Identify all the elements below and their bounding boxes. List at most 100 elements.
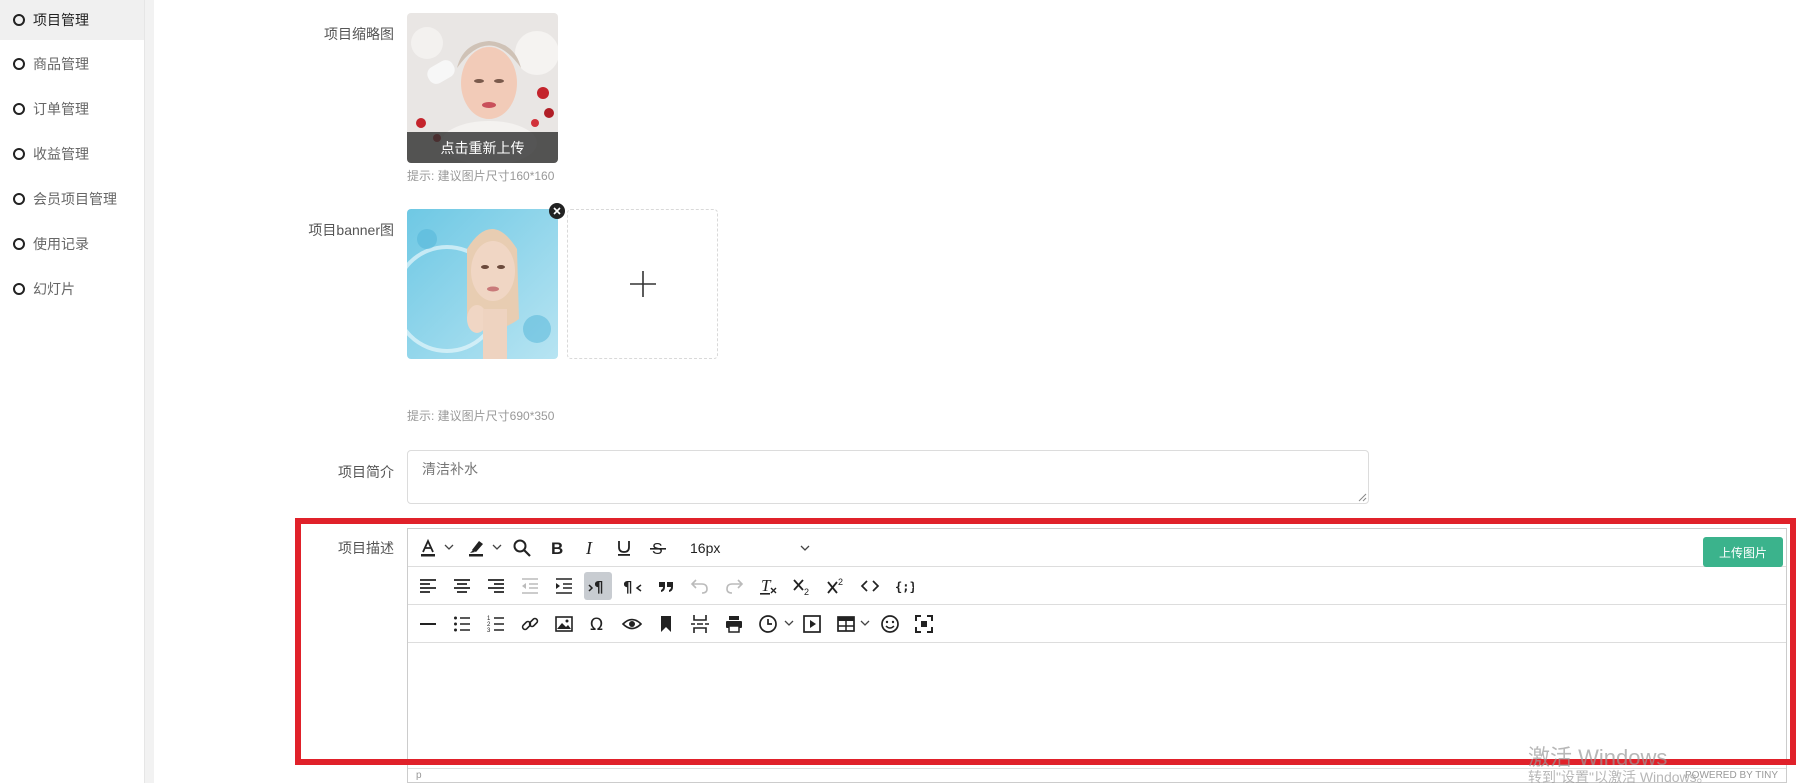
underline-button[interactable] <box>610 534 638 562</box>
upload-image-button[interactable]: 上传图片 <box>1703 537 1783 567</box>
anchor-button[interactable] <box>652 610 680 638</box>
fullscreen-button[interactable] <box>910 610 938 638</box>
superscript-button[interactable]: 2 <box>822 572 850 600</box>
eye-icon <box>622 618 642 630</box>
svg-text:B: B <box>551 539 563 558</box>
print-button[interactable] <box>720 610 748 638</box>
source-code-button[interactable] <box>856 572 884 600</box>
fullscreen-icon <box>915 615 933 633</box>
svg-text:¶: ¶ <box>594 578 604 596</box>
element-path[interactable]: p <box>416 770 422 781</box>
circle-icon <box>13 103 25 115</box>
preview-button[interactable] <box>618 610 646 638</box>
indent-button[interactable] <box>550 572 578 600</box>
highlight-color-button[interactable] <box>462 534 490 562</box>
insert-link-button[interactable] <box>516 610 544 638</box>
banner-photo <box>407 209 558 359</box>
special-character-button[interactable]: Ω <box>584 610 612 638</box>
bold-icon: B <box>551 539 563 558</box>
chevron-down-icon[interactable] <box>860 618 870 628</box>
chevron-down-icon[interactable] <box>492 542 502 552</box>
numbered-list-icon: 1 2 3 <box>487 616 504 634</box>
sidebar-item-slideshow[interactable]: 幻灯片 <box>0 269 144 309</box>
thumbnail-image[interactable]: 点击重新上传 <box>407 13 558 163</box>
main-content: 项目缩略图 点击重新上传 提示: 建议图片尺寸160*160 项目banner图… <box>154 0 1796 783</box>
strikethrough-button[interactable]: S <box>644 534 672 562</box>
align-right-button[interactable] <box>482 572 510 600</box>
sidebar-item-usage-records[interactable]: 使用记录 <box>0 224 144 264</box>
circle-icon <box>13 238 25 250</box>
outdent-button[interactable] <box>516 572 544 600</box>
summary-textarea[interactable]: 清洁补水 <box>407 450 1369 504</box>
reupload-overlay[interactable]: 点击重新上传 <box>407 132 558 163</box>
sidebar-item-product-management[interactable]: 商品管理 <box>0 44 144 84</box>
code-icon <box>860 580 880 592</box>
search-replace-button[interactable] <box>508 534 536 562</box>
insert-image-button[interactable] <box>550 610 578 638</box>
insert-datetime-button[interactable] <box>754 610 782 638</box>
sidebar-item-label: 使用记录 <box>33 236 89 252</box>
numbered-list-button[interactable]: 1 2 3 <box>482 610 510 638</box>
insert-media-button[interactable] <box>798 610 826 638</box>
redo-icon <box>726 579 744 594</box>
bullet-list-icon <box>454 616 470 632</box>
align-center-icon <box>454 579 470 593</box>
subscript-icon: 2 <box>793 579 809 596</box>
banner-image <box>407 209 558 359</box>
subscript-button[interactable]: 2 <box>788 572 816 600</box>
sidebar-item-revenue-management[interactable]: 收益管理 <box>0 134 144 174</box>
chevron-down-icon[interactable] <box>444 542 454 552</box>
circle-icon <box>13 58 25 70</box>
align-center-button[interactable] <box>448 572 476 600</box>
plus-icon <box>629 271 656 297</box>
code-sample-button[interactable]: {;} <box>890 572 918 600</box>
ltr-direction-button[interactable]: ¶ <box>584 572 612 600</box>
sidebar-item-member-project-management[interactable]: 会员项目管理 <box>0 179 144 219</box>
activation-watermark-subtitle: 转到"设置"以激活 Windows。 <box>1528 769 1711 783</box>
chevron-down-icon[interactable] <box>784 618 794 628</box>
font-size-value: 16px <box>690 540 721 556</box>
underline-icon <box>618 541 630 556</box>
insert-table-button[interactable] <box>832 610 860 638</box>
svg-text:3: 3 <box>487 628 491 634</box>
clock-icon <box>759 615 777 633</box>
add-banner-button[interactable] <box>567 209 718 359</box>
text-color-button[interactable] <box>414 534 442 562</box>
smiley-icon <box>881 615 899 633</box>
banner-tip: 提示: 建议图片尺寸690*350 <box>407 409 555 423</box>
redo-button[interactable] <box>720 572 748 600</box>
sidebar-item-label: 项目管理 <box>33 12 89 28</box>
bullet-list-button[interactable] <box>448 610 476 638</box>
description-label: 项目描述 <box>338 540 394 556</box>
sidebar-item-order-management[interactable]: 订单管理 <box>0 89 144 129</box>
resize-handle-icon[interactable] <box>1358 493 1367 502</box>
undo-button[interactable] <box>686 572 714 600</box>
search-icon <box>513 539 531 557</box>
bookmark-icon <box>661 616 671 632</box>
sidebar-item-project-management[interactable]: 项目管理 <box>0 0 144 40</box>
emoticons-button[interactable] <box>876 610 904 638</box>
superscript-icon: 2 <box>827 577 843 594</box>
rtl-direction-button[interactable]: ¶ <box>618 572 646 600</box>
bold-button[interactable]: B <box>542 534 570 562</box>
omega-icon: Ω <box>590 615 603 634</box>
paragraph-rtl-icon: ¶ <box>623 578 642 596</box>
horizontal-line-button[interactable] <box>414 610 442 638</box>
italic-button[interactable]: I <box>576 534 604 562</box>
strikethrough-icon: S <box>650 541 666 558</box>
blockquote-button[interactable] <box>652 572 680 600</box>
thumbnail-label: 项目缩略图 <box>324 26 394 42</box>
sidebar: 项目管理 商品管理 订单管理 收益管理 会员项目管理 使用记录 幻灯片 <box>0 0 145 783</box>
remove-banner-button[interactable] <box>549 203 565 219</box>
page-break-button[interactable] <box>686 610 714 638</box>
align-left-button[interactable] <box>414 572 442 600</box>
image-icon <box>555 616 573 632</box>
clear-formatting-button[interactable]: T <box>754 572 782 600</box>
summary-label: 项目简介 <box>338 464 394 480</box>
toolbar-row-1: B I S <box>408 529 1786 567</box>
font-size-select[interactable]: 16px <box>690 535 810 561</box>
print-icon <box>726 616 742 633</box>
svg-text:I: I <box>585 538 593 558</box>
close-icon <box>553 207 561 215</box>
undo-icon <box>690 579 708 594</box>
